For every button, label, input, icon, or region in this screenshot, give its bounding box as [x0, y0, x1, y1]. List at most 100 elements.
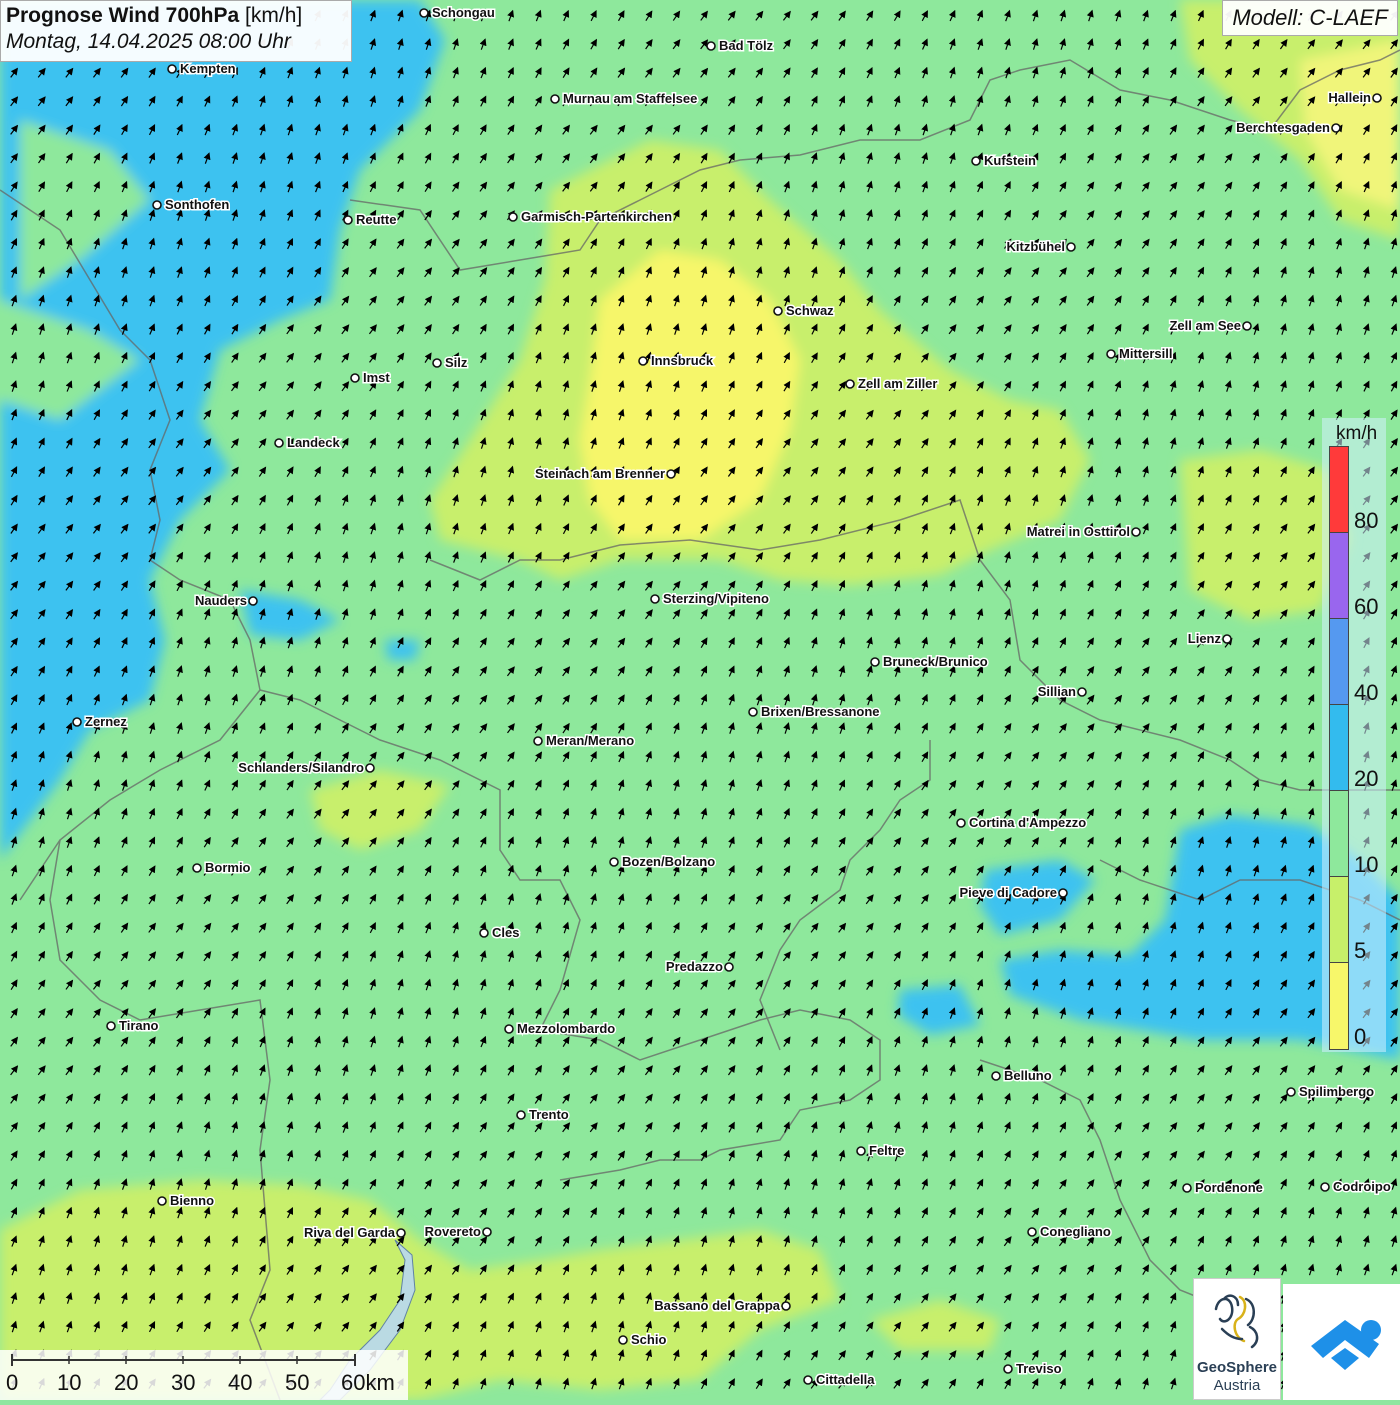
city-predazzo[interactable]: Predazzo: [664, 958, 734, 976]
city-zell-am-ziller[interactable]: Zell am Ziller: [845, 375, 939, 393]
city-bozen-bolzano[interactable]: Bozen/Bolzano: [609, 853, 717, 871]
city-mezzolombardo[interactable]: Mezzolombardo: [504, 1020, 617, 1038]
city-dot: [748, 707, 758, 717]
city-label: Zell am See: [1169, 318, 1241, 333]
city-garmisch-partenkirchen[interactable]: Garmisch-Partenkirchen: [508, 208, 674, 226]
city-dot: [1222, 634, 1232, 644]
legend-tick-40: 40: [1354, 680, 1379, 705]
city-bassano-del-grappa[interactable]: Bassano del Grappa: [653, 1297, 791, 1315]
legend-tick-80: 80: [1354, 508, 1379, 533]
legend-class-5-10: [1329, 876, 1349, 963]
city-label: Meran/Merano: [546, 733, 634, 748]
city-label: Zell am Ziller: [858, 376, 937, 391]
city-dot: [396, 1228, 406, 1238]
city-riva-del-garda[interactable]: Riva del Garda: [302, 1224, 406, 1242]
legend-tick-20: 20: [1354, 766, 1379, 791]
city-dot: [1320, 1182, 1330, 1192]
city-innsbruck[interactable]: Innsbruck: [638, 352, 715, 370]
city-label: Innsbruck: [651, 353, 714, 368]
city-dot: [773, 306, 783, 316]
city-dot: [724, 962, 734, 972]
geosphere-emblem-icon: [1214, 1294, 1259, 1349]
city-brixen-bressanone[interactable]: Brixen/Bressanone: [748, 703, 881, 721]
city-dot: [343, 215, 353, 225]
city-dot: [971, 156, 981, 166]
city-meran-merano[interactable]: Meran/Merano: [533, 732, 636, 750]
app-logo[interactable]: [1283, 1284, 1400, 1400]
field-20-40-b1: [385, 640, 420, 660]
city-dot: [350, 373, 360, 383]
city-bruneck-brunico[interactable]: Bruneck/Brunico: [870, 653, 989, 671]
city-label: Nauders: [195, 593, 247, 608]
city-label: Trento: [529, 1107, 569, 1122]
city-label: Brixen/Bressanone: [761, 704, 880, 719]
city-dot: [167, 64, 177, 74]
city-murnau-am-staffelsee[interactable]: Murnau am Staffelsee: [550, 90, 699, 108]
scale-bar: 0 10 20 30 40 50 60km: [0, 1350, 408, 1400]
legend-class-10-20: [1329, 790, 1349, 877]
city-label: Riva del Garda: [304, 1225, 396, 1240]
city-dot: [248, 596, 258, 606]
city-label: Bassano del Grappa: [654, 1298, 780, 1313]
city-berchtesgaden[interactable]: Berchtesgaden: [1235, 119, 1341, 137]
city-label: Berchtesgaden: [1236, 120, 1330, 135]
city-dot: [550, 94, 560, 104]
city-dot: [666, 469, 676, 479]
city-dot: [956, 818, 966, 828]
city-label: Pieve di Cadore: [959, 885, 1057, 900]
city-label: Mittersill: [1119, 346, 1172, 361]
legend-class-0-5: [1329, 962, 1349, 1050]
legend-class-40-60: [1329, 618, 1349, 705]
geosphere-logo[interactable]: GeoSphere Austria: [1193, 1278, 1281, 1400]
city-label: Matrei in Osttirol: [1027, 524, 1130, 539]
city-spilimbergo[interactable]: Spilimbergo: [1286, 1083, 1376, 1101]
city-label: Tirano: [119, 1018, 159, 1033]
city-dot: [106, 1021, 116, 1031]
scale-label-40: 40: [228, 1370, 253, 1395]
city-dot: [1106, 349, 1116, 359]
city-label: Belluno: [1004, 1068, 1052, 1083]
city-dot: [618, 1335, 628, 1345]
city-label: Spilimbergo: [1299, 1084, 1374, 1099]
city-kitzb-hel[interactable]: Kitzbühel: [1005, 238, 1076, 256]
city-label: Treviso: [1016, 1361, 1062, 1376]
city-sonthofen[interactable]: Sonthofen: [152, 196, 231, 214]
city-label: Kempten: [180, 61, 236, 76]
city-schlanders-silandro[interactable]: Schlanders/Silandro: [237, 759, 375, 777]
city-cortina-d-ampezzo[interactable]: Cortina d'Ampezzo: [956, 814, 1088, 832]
city-dot: [781, 1301, 791, 1311]
city-dot: [152, 200, 162, 210]
city-zell-am-see[interactable]: Zell am See: [1168, 317, 1252, 335]
city-dot: [1066, 242, 1076, 252]
city-pordenone[interactable]: Pordenone: [1182, 1179, 1264, 1197]
city-dot: [1027, 1227, 1037, 1237]
model-label: Modell: C-LAEF: [1222, 0, 1398, 36]
city-matrei-in-osttirol[interactable]: Matrei in Osttirol: [1025, 523, 1141, 541]
city-label: Feltre: [869, 1143, 904, 1158]
map-title-box: Prognose Wind 700hPa [km/h] Montag, 14.0…: [0, 0, 352, 62]
city-schongau[interactable]: Schongau: [419, 4, 496, 22]
city-label: Silz: [445, 355, 468, 370]
city-dot: [1131, 527, 1141, 537]
city-label: Bruneck/Brunico: [883, 654, 988, 669]
city-label: Cortina d'Ampezzo: [969, 815, 1086, 830]
city-label: Steinach am Brenner: [535, 466, 665, 481]
city-label: Kufstein: [984, 153, 1036, 168]
city-steinach-am-brenner[interactable]: Steinach am Brenner: [533, 465, 676, 483]
city-dot: [432, 358, 442, 368]
city-conegliano[interactable]: Conegliano: [1027, 1223, 1112, 1241]
city-label: Imst: [363, 370, 390, 385]
map-title: Prognose Wind 700hPa: [6, 4, 240, 27]
forecast-date: Montag, 14.04.2025 08:00 Uhr: [6, 30, 291, 53]
city-pieve-di-cadore[interactable]: Pieve di Cadore: [958, 884, 1068, 902]
city-label: Cles: [492, 925, 519, 940]
legend-class-80-plus: [1329, 446, 1349, 533]
legend-tick-60: 60: [1354, 594, 1379, 619]
city-sterzing-vipiteno[interactable]: Sterzing/Vipiteno: [650, 590, 770, 608]
city-dot: [706, 41, 716, 51]
wind-map[interactable]: Schongau Bad Tölz Kempten Murnau am Staffel…: [0, 0, 1400, 1400]
city-dot: [533, 736, 543, 746]
city-label: Rovereto: [425, 1224, 481, 1239]
city-dot: [609, 857, 619, 867]
scale-label-0: 0: [6, 1370, 19, 1395]
